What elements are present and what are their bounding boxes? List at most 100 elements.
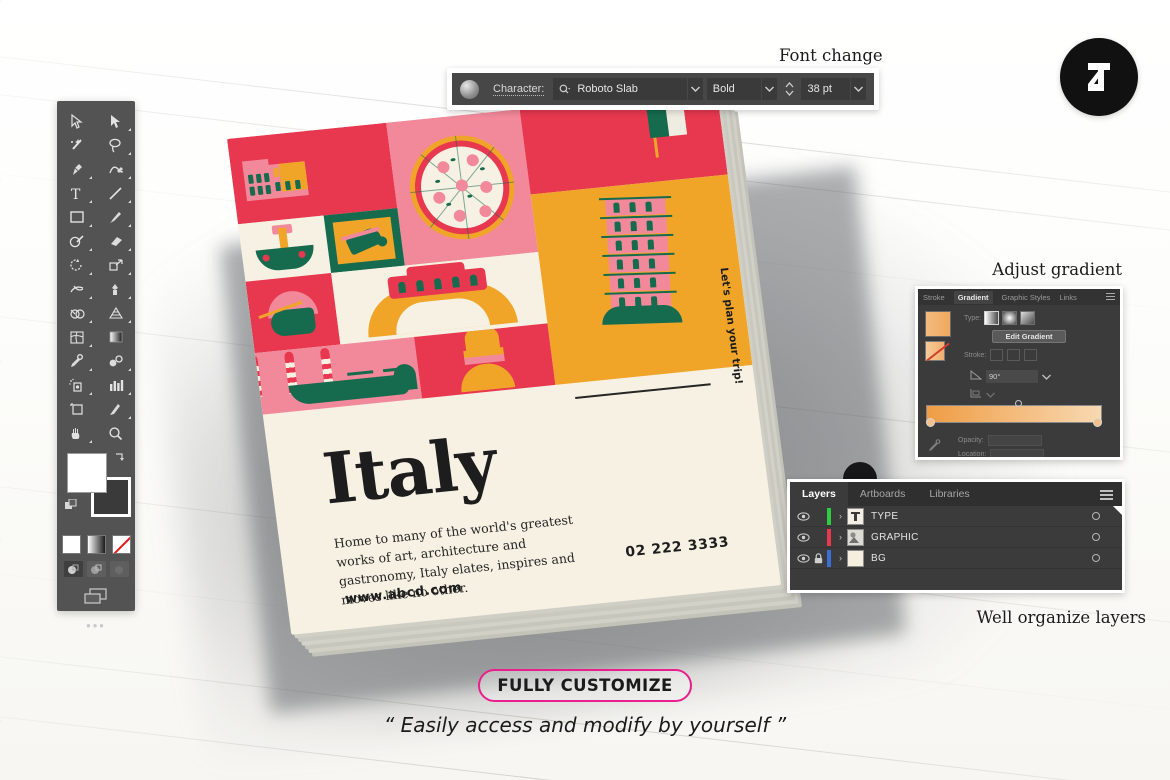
font-size-stepper[interactable] [783, 82, 795, 96]
font-style-input[interactable]: Bold [706, 78, 762, 100]
gradient-type-row[interactable]: Type: [964, 311, 1036, 325]
gradient-panel[interactable]: Stroke Gradient Graphic Styles Links Typ… [915, 286, 1123, 460]
stroke-within-button[interactable] [990, 349, 1004, 361]
gradient-start-stop[interactable] [926, 418, 935, 427]
gradient-slider[interactable] [926, 405, 1102, 423]
perspective-grid-tool[interactable] [96, 301, 135, 325]
mesh-tool[interactable] [57, 325, 96, 349]
eyedropper-tool[interactable] [57, 349, 96, 373]
gradient-angle-row[interactable]: 90° [970, 367, 1051, 385]
shape-builder-tool[interactable] [57, 301, 96, 325]
linear-gradient-button[interactable] [984, 311, 1000, 325]
character-control-bar[interactable]: Character: Roboto Slab Bold 38 pt [447, 68, 879, 110]
gradient-mode-button[interactable] [86, 535, 106, 554]
font-style-dropdown-chevron-down-icon[interactable] [762, 78, 778, 100]
stroke-along-button[interactable] [1007, 349, 1021, 361]
gradient-stop-fields[interactable]: Opacity: Location: [958, 435, 1045, 457]
paintbrush-tool[interactable] [96, 205, 135, 229]
selection-tool[interactable] [57, 109, 96, 133]
layer-target-circle[interactable] [1092, 554, 1100, 562]
rectangle-tool[interactable] [57, 205, 96, 229]
zoom-tool[interactable] [96, 421, 135, 445]
scale-tool[interactable] [96, 253, 135, 277]
magic-wand-tool[interactable] [57, 133, 96, 157]
tab-stroke[interactable]: Stroke [923, 293, 945, 302]
gradient-end-stop[interactable] [1093, 418, 1102, 427]
visibility-eye-icon[interactable] [795, 511, 811, 521]
default-fill-stroke-icon[interactable] [65, 498, 78, 512]
gradient-tool[interactable] [96, 325, 135, 349]
symbol-sprayer-tool[interactable] [57, 373, 96, 397]
lasso-tool[interactable] [96, 133, 135, 157]
table-row[interactable]: › BG [790, 548, 1122, 569]
tab-libraries[interactable]: Libraries [917, 482, 981, 506]
fill-stroke-swatches[interactable] [65, 451, 131, 527]
angle-chevron-down-icon[interactable] [1042, 367, 1051, 385]
aspect-chevron-down-icon[interactable] [986, 385, 995, 403]
pen-tool[interactable] [57, 157, 96, 181]
column-graph-tool[interactable] [96, 373, 135, 397]
expand-chevron-right-icon[interactable]: › [834, 532, 847, 542]
tab-gradient[interactable]: Gradient [953, 290, 993, 304]
screen-mode-button[interactable] [57, 587, 135, 606]
none-mode-button[interactable] [111, 535, 131, 554]
layers-panel-tabs[interactable]: Layers Artboards Libraries [790, 482, 1122, 506]
edit-gradient-button[interactable]: Edit Gradient [992, 330, 1066, 343]
visibility-eye-icon[interactable] [795, 532, 811, 542]
draw-behind-button[interactable] [86, 561, 106, 577]
rotate-tool[interactable] [57, 253, 96, 277]
font-size-input[interactable]: 38 pt [801, 78, 850, 100]
shaper-tool[interactable] [57, 229, 96, 253]
location-input[interactable] [990, 449, 1045, 457]
gradient-stroke-row[interactable]: Stroke: [964, 349, 1038, 361]
color-mode-row[interactable] [57, 535, 135, 554]
font-family-input[interactable]: Roboto Slab [553, 78, 687, 100]
draw-normal-button[interactable] [63, 561, 83, 577]
gradient-aspect-row[interactable] [970, 385, 995, 403]
gradient-stroke-swatch[interactable] [925, 341, 945, 361]
gradient-eyedropper-icon[interactable] [928, 439, 941, 457]
table-row[interactable]: › TYPE [790, 506, 1122, 527]
hand-tool[interactable] [57, 421, 96, 445]
font-size-dropdown-chevron-down-icon[interactable] [850, 78, 867, 100]
stroke-across-button[interactable] [1024, 349, 1038, 361]
artboard-tool[interactable] [57, 397, 96, 421]
tab-artboards[interactable]: Artboards [848, 482, 918, 506]
font-family-dropdown-chevron-down-icon[interactable] [687, 78, 703, 100]
width-tool[interactable] [57, 277, 96, 301]
tab-links[interactable]: Links [1059, 293, 1077, 302]
tab-layers[interactable]: Layers [790, 482, 848, 506]
gradient-angle-input[interactable]: 90° [986, 369, 1038, 383]
opacity-input[interactable] [987, 435, 1042, 446]
hamburger-icon[interactable] [1100, 490, 1113, 502]
layer-target-circle[interactable] [1092, 533, 1100, 541]
direct-selection-tool[interactable] [96, 109, 135, 133]
table-row[interactable]: › GRAPHIC [790, 527, 1122, 548]
blend-tool[interactable] [96, 349, 135, 373]
expand-chevron-right-icon[interactable]: › [834, 511, 847, 521]
layer-target-circle[interactable] [1092, 512, 1100, 520]
radial-gradient-button[interactable] [1002, 311, 1018, 325]
illustrator-tool-palette[interactable]: T ••• [57, 101, 135, 633]
tab-graphic-styles[interactable]: Graphic Styles [1002, 293, 1051, 302]
fill-swatch[interactable] [67, 453, 107, 493]
freeform-gradient-button[interactable] [1020, 311, 1036, 325]
free-transform-tool[interactable] [96, 277, 135, 301]
lock-icon[interactable] [811, 552, 826, 564]
more-tools-button[interactable]: ••• [57, 618, 135, 633]
expand-chevron-right-icon[interactable]: › [834, 553, 847, 563]
gradient-panel-tabs[interactable]: Stroke Gradient Graphic Styles Links [918, 289, 1120, 305]
visibility-eye-icon[interactable] [795, 553, 811, 563]
draw-inside-button[interactable] [109, 561, 129, 577]
gradient-midpoint-handle[interactable] [1015, 400, 1022, 407]
hamburger-icon[interactable] [1106, 293, 1115, 302]
type-tool[interactable]: T [57, 181, 96, 205]
layers-panel[interactable]: Layers Artboards Libraries › TYPE › GRAP… [787, 479, 1125, 593]
gradient-preview-swatch[interactable] [925, 311, 951, 337]
curvature-tool[interactable] [96, 157, 135, 181]
swap-fill-stroke-icon[interactable] [113, 451, 125, 463]
eraser-tool[interactable] [96, 229, 135, 253]
line-segment-tool[interactable] [96, 181, 135, 205]
slice-tool[interactable] [96, 397, 135, 421]
draw-mode-row[interactable] [57, 561, 135, 577]
